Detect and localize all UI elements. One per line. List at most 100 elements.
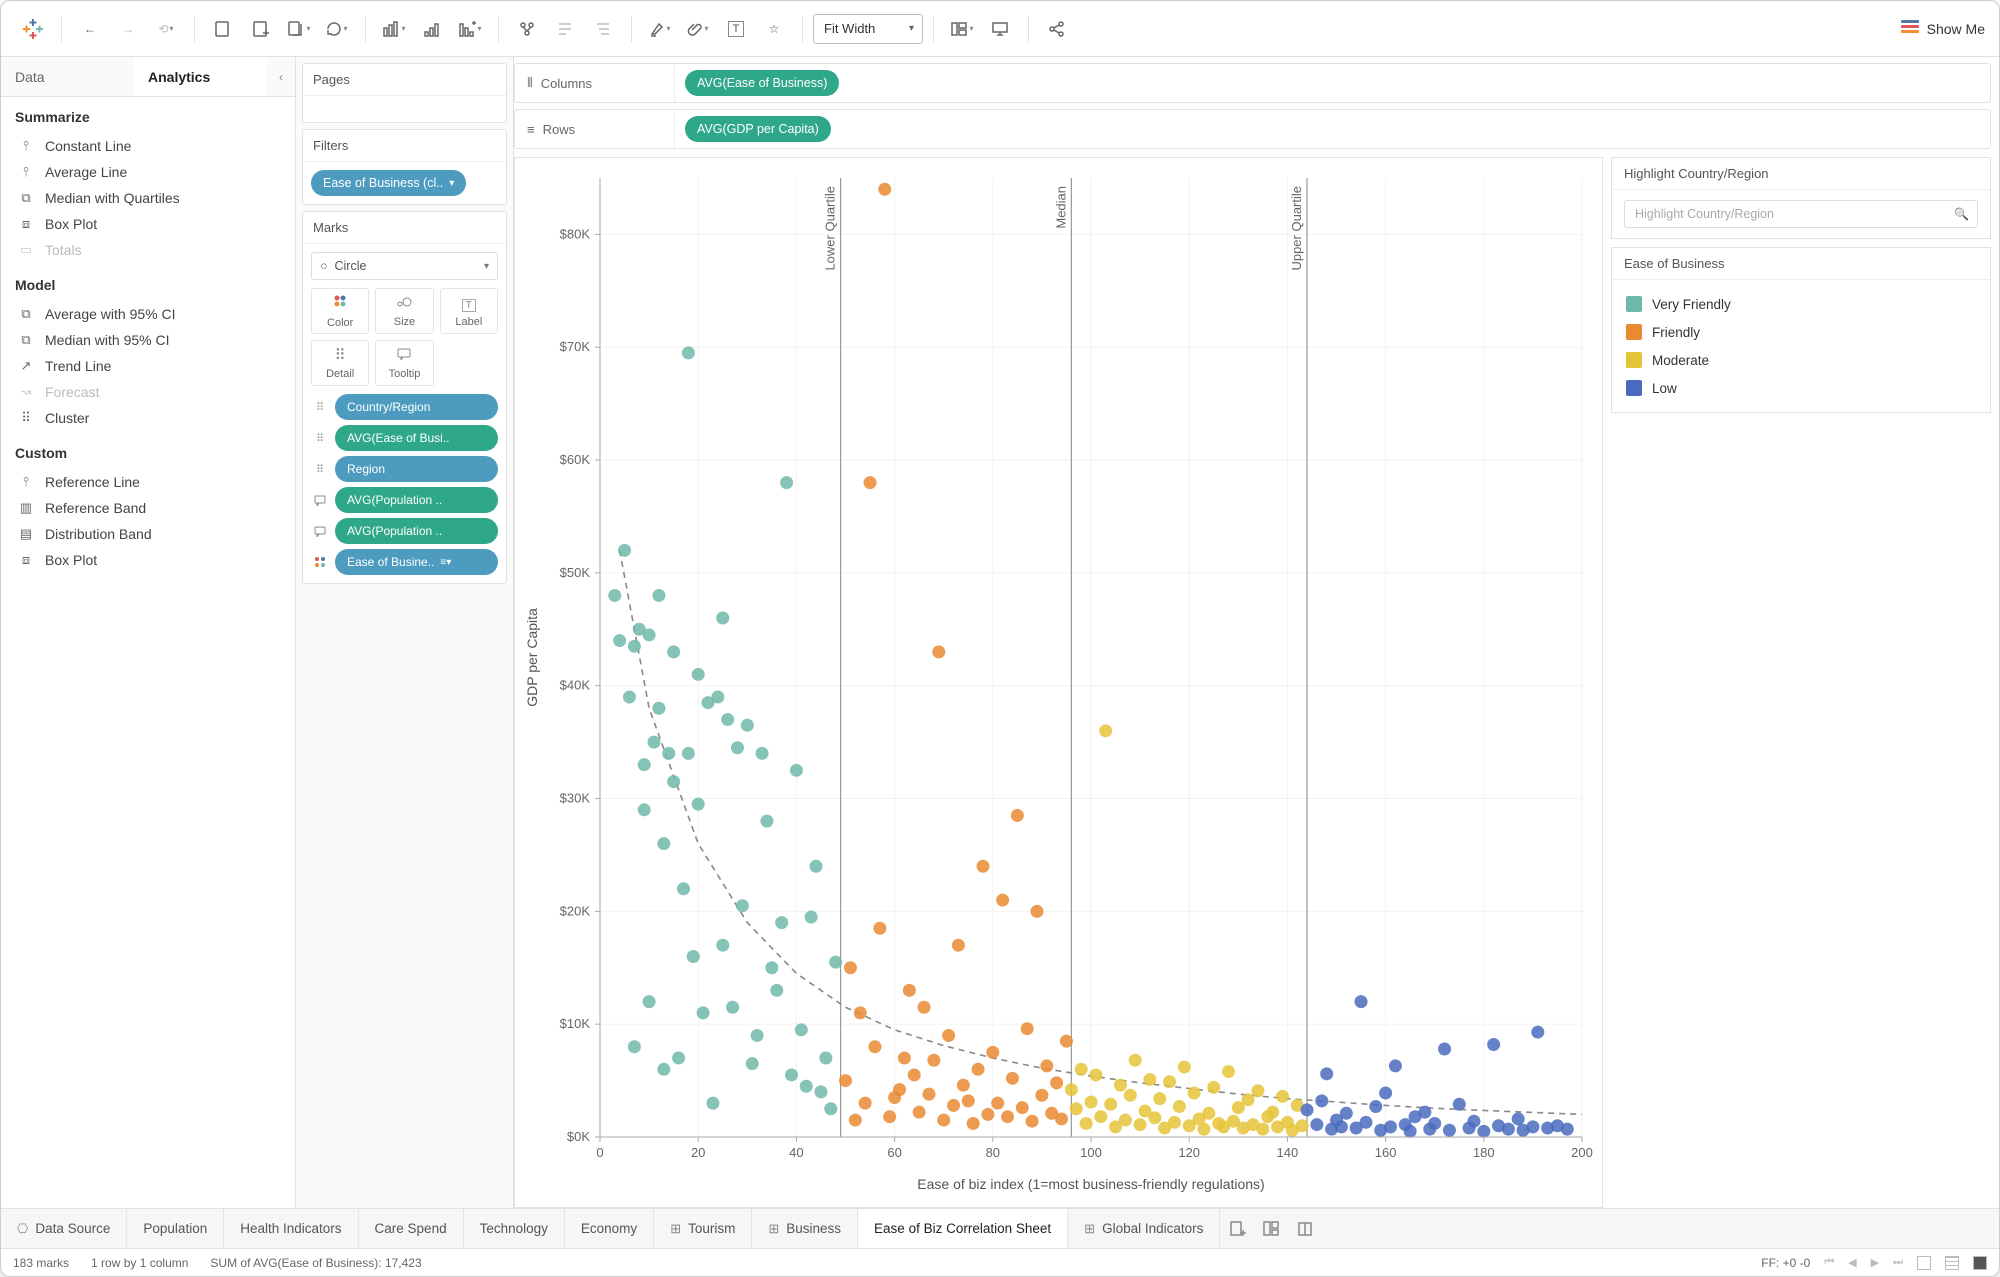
columns-pill[interactable]: AVG(Ease of Business) (685, 70, 839, 96)
item-box-plot[interactable]: ⧈Box Plot (15, 211, 281, 237)
svg-text:160: 160 (1375, 1145, 1397, 1160)
clip-icon[interactable]: ▾ (680, 11, 716, 47)
legend-item[interactable]: Low (1624, 374, 1978, 402)
svg-text:$10K: $10K (560, 1016, 591, 1031)
view-grid-icon[interactable] (1917, 1256, 1931, 1270)
prev-icon[interactable]: ◀ (1848, 1256, 1856, 1269)
status-sum: SUM of AVG(Ease of Business): 17,423 (210, 1256, 421, 1270)
item-average-line[interactable]: ⫯Average Line (15, 159, 281, 185)
item-median-quartiles[interactable]: ⧉Median with Quartiles (15, 185, 281, 211)
svg-text:100: 100 (1080, 1145, 1102, 1160)
first-icon[interactable]: ⏮ (1824, 1256, 1834, 1269)
view-full-icon[interactable] (1973, 1256, 1987, 1270)
tab-data-source[interactable]: ⎔Data Source (1, 1209, 127, 1248)
new-sheet-icon[interactable] (1220, 1209, 1254, 1248)
rows-icon: ≡ (527, 122, 535, 137)
svg-text:180: 180 (1473, 1145, 1495, 1160)
mark-pill-row[interactable]: ⠿AVG(Ease of Busi.. (311, 425, 498, 451)
item-avg-95ci[interactable]: ⧉Average with 95% CI (15, 301, 281, 327)
sheet-tab[interactable]: Population (127, 1209, 224, 1248)
group-icon[interactable] (509, 11, 545, 47)
status-ff: FF: +0 -0 (1761, 1256, 1810, 1270)
columns-shelf[interactable]: ⦀Columns AVG(Ease of Business) (514, 63, 1991, 103)
item-constant-line[interactable]: ⫯Constant Line (15, 133, 281, 159)
legend-swatch (1626, 296, 1642, 312)
rows-shelf[interactable]: ≡Rows AVG(GDP per Capita) (514, 109, 1991, 149)
mark-pill-row[interactable]: AVG(Population .. (311, 518, 498, 544)
highlight-search-input[interactable]: Highlight Country/Region (1624, 200, 1978, 228)
tooltip-icon (311, 495, 329, 506)
svg-text:$40K: $40K (560, 678, 591, 693)
sheet-tab[interactable]: Ease of Biz Correlation Sheet (858, 1209, 1068, 1248)
mark-label[interactable]: TLabel (440, 288, 498, 334)
mark-pill-row[interactable]: ⠿Region (311, 456, 498, 482)
tab-data[interactable]: Data (1, 57, 134, 96)
mark-pill-row[interactable]: Ease of Busine.. ≡▾ (311, 549, 498, 575)
collapse-side-icon[interactable]: ‹ (267, 57, 295, 96)
item-ref-band[interactable]: ▥Reference Band (15, 495, 281, 521)
sheet-tab[interactable]: ⊞Business (752, 1209, 858, 1248)
rows-pill[interactable]: AVG(GDP per Capita) (685, 116, 831, 142)
pages-card: Pages (302, 63, 507, 123)
next-icon[interactable]: ▶ (1871, 1256, 1879, 1269)
item-trend-line[interactable]: ↗Trend Line (15, 353, 281, 379)
sheet-tab[interactable]: Care Spend (359, 1209, 464, 1248)
item-dist-band[interactable]: ▤Distribution Band (15, 521, 281, 547)
refresh-icon[interactable]: ▾ (319, 11, 355, 47)
svg-text:Lower Quartile: Lower Quartile (823, 186, 838, 271)
mark-color[interactable]: Color (311, 288, 369, 334)
mark-pill-row[interactable]: AVG(Population .. (311, 487, 498, 513)
tableau-logo-icon[interactable] (15, 11, 51, 47)
text-icon[interactable]: T (718, 11, 754, 47)
mark-tooltip[interactable]: Tooltip (375, 340, 433, 386)
swap-icon[interactable]: ▾ (376, 11, 412, 47)
share-icon[interactable] (1039, 11, 1075, 47)
mark-type-select[interactable]: ○ Circle (311, 252, 498, 280)
totals-icon[interactable] (585, 11, 621, 47)
sheet-tab[interactable]: ⊞Global Indicators (1068, 1209, 1220, 1248)
mark-pill-row[interactable]: ⠿Country/Region (311, 394, 498, 420)
new-story-icon[interactable] (1288, 1209, 1322, 1248)
sort-asc-icon[interactable] (414, 11, 450, 47)
legend-item[interactable]: Very Friendly (1624, 290, 1978, 318)
item-totals: ▭Totals (15, 237, 281, 263)
tab-analytics[interactable]: Analytics (134, 57, 267, 96)
new-dashboard-icon[interactable] (243, 11, 279, 47)
item-cluster[interactable]: ⠿Cluster (15, 405, 281, 431)
duplicate-icon[interactable]: ▾ (281, 11, 317, 47)
new-worksheet-icon[interactable] (205, 11, 241, 47)
sort-desc-icon[interactable]: ▾ (452, 11, 488, 47)
item-med-95ci[interactable]: ⧉Median with 95% CI (15, 327, 281, 353)
svg-text:$0K: $0K (567, 1129, 590, 1144)
pin-icon[interactable]: ☆ (756, 11, 792, 47)
filter-pill-ease[interactable]: Ease of Business (cl..▾ (311, 170, 466, 196)
item-ref-line[interactable]: ⫯Reference Line (15, 469, 281, 495)
mark-size[interactable]: Size (375, 288, 433, 334)
show-cards-icon[interactable]: ▾ (944, 11, 980, 47)
new-dashboard-tab-icon[interactable] (1254, 1209, 1288, 1248)
redo-icon[interactable]: → (110, 11, 146, 47)
sheet-tab[interactable]: ⊞Tourism (654, 1209, 752, 1248)
legend-item[interactable]: Friendly (1624, 318, 1978, 346)
item-box-plot-2[interactable]: ⧈Box Plot (15, 547, 281, 573)
view-list-icon[interactable] (1945, 1256, 1959, 1270)
svg-text:GDP per Capita: GDP per Capita (524, 608, 540, 707)
presentation-icon[interactable] (982, 11, 1018, 47)
revert-icon[interactable]: ⟲▾ (148, 11, 184, 47)
undo-icon[interactable]: ← (72, 11, 108, 47)
highlight-icon[interactable]: ▾ (642, 11, 678, 47)
show-labels-icon[interactable] (547, 11, 583, 47)
mark-detail[interactable]: ⠿Detail (311, 340, 369, 386)
sheet-tab[interactable]: Economy (565, 1209, 654, 1248)
data-source-icon: ⎔ (17, 1221, 28, 1237)
show-me-button[interactable]: Show Me (1901, 20, 1985, 38)
detail-icon: ⠿ (311, 432, 329, 445)
sheet-tab[interactable]: Technology (464, 1209, 565, 1248)
sheet-tab[interactable]: Health Indicators (224, 1209, 358, 1248)
chart-viz[interactable]: Lower QuartileMedianUpper Quartile020406… (514, 157, 1603, 1208)
last-icon[interactable]: ⏭ (1893, 1256, 1903, 1269)
svg-text:20: 20 (691, 1145, 705, 1160)
fit-select[interactable]: Fit Width (813, 14, 923, 44)
legend-item[interactable]: Moderate (1624, 346, 1978, 374)
svg-text:120: 120 (1178, 1145, 1200, 1160)
